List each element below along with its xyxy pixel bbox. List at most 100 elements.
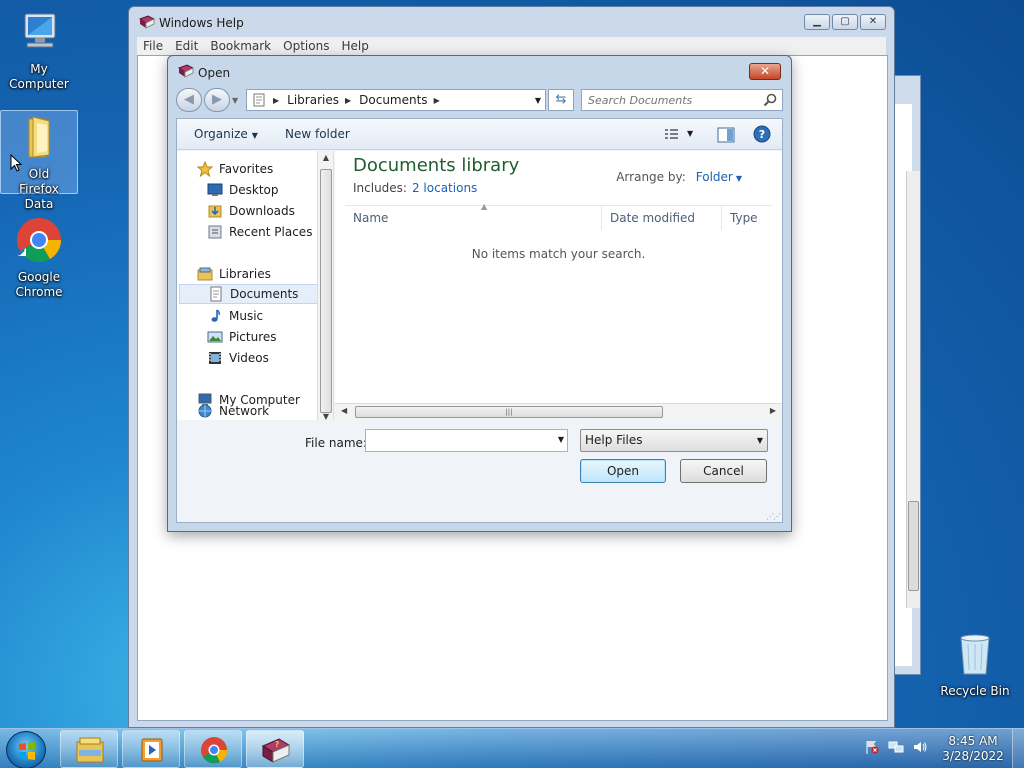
cancel-button[interactable]: Cancel — [680, 459, 767, 483]
nav-music[interactable]: Music — [207, 306, 263, 326]
preview-pane-icon[interactable] — [717, 127, 735, 143]
column-name[interactable]: Name — [345, 206, 602, 230]
help-titlebar[interactable]: Windows Help ▁ ▢ ✕ — [129, 7, 894, 37]
scroll-up-arrow[interactable]: ▲ — [318, 153, 333, 162]
scrollbar-thumb[interactable]: ||| — [355, 406, 663, 418]
breadcrumb-arrow-icon[interactable]: ▶ — [273, 96, 279, 105]
close-button[interactable]: ✕ — [860, 14, 886, 30]
open-button[interactable]: Open — [580, 459, 666, 483]
arrange-by-dropdown[interactable]: Folder — [696, 170, 733, 184]
dialog-titlebar[interactable]: Open ✕ — [168, 56, 791, 86]
menu-help[interactable]: Help — [335, 39, 374, 53]
dialog-close-button[interactable]: ✕ — [749, 63, 781, 80]
nav-videos[interactable]: Videos — [207, 348, 269, 368]
help-menubar: File Edit Bookmark Options Help — [137, 37, 886, 55]
nav-recent-places[interactable]: Recent Places — [207, 222, 312, 242]
taskbar-chrome-button[interactable] — [184, 730, 242, 768]
back-button[interactable]: ◀ — [176, 88, 202, 112]
taskbar-explorer-button[interactable] — [60, 730, 118, 768]
column-date-modified[interactable]: Date modified — [602, 206, 722, 230]
downloads-icon — [208, 205, 222, 218]
navigation-scrollbar[interactable]: ▲ ▼ — [317, 151, 333, 420]
open-dialog[interactable]: Open ✕ ◀ ▶ ▼ ▶ Libraries ▶ Documents ▶ ▼… — [167, 55, 792, 532]
explorer-folder-icon — [76, 737, 104, 763]
change-view-icon[interactable] — [664, 128, 680, 142]
menu-edit[interactable]: Edit — [169, 39, 204, 53]
chevron-down-icon[interactable]: ▼ — [736, 174, 742, 183]
background-window[interactable] — [893, 75, 921, 675]
file-name-label: File name: — [305, 436, 367, 450]
nav-pictures[interactable]: Pictures — [207, 327, 277, 347]
scrollbar-thumb[interactable] — [320, 169, 332, 413]
file-name-combobox[interactable]: ▼ — [365, 429, 568, 452]
forward-button[interactable]: ▶ — [204, 88, 230, 112]
nav-downloads[interactable]: Downloads — [207, 201, 295, 221]
desktop-icon-google-chrome[interactable]: Google Chrome — [0, 216, 78, 300]
search-input[interactable] — [588, 91, 758, 109]
volume-icon[interactable] — [912, 739, 928, 755]
background-window-scrollbar[interactable] — [906, 171, 920, 608]
start-button[interactable] — [6, 731, 46, 768]
help-icon[interactable]: ? — [753, 125, 771, 143]
scroll-down-arrow[interactable]: ▼ — [318, 412, 333, 420]
organize-button[interactable]: Organize ▼ — [194, 127, 258, 141]
refresh-button[interactable]: ⇆ — [548, 89, 574, 111]
minimize-button[interactable]: ▁ — [804, 14, 830, 30]
breadcrumb-arrow-icon[interactable]: ▶ — [345, 96, 351, 105]
library-locations-link[interactable]: 2 locations — [412, 181, 477, 195]
view-options-dropdown[interactable]: ▼ — [687, 129, 693, 138]
mouse-cursor-icon — [10, 154, 23, 172]
desktop-icon-recycle-bin[interactable]: Recycle Bin — [936, 630, 1014, 699]
taskbar-clock[interactable]: 8:45 AM 3/28/2022 — [938, 734, 1008, 764]
menu-file[interactable]: File — [137, 39, 169, 53]
library-icon — [253, 93, 265, 107]
chrome-icon — [201, 737, 228, 764]
libraries-icon — [197, 267, 213, 281]
breadcrumb-libraries[interactable]: Libraries — [287, 93, 339, 107]
nav-desktop[interactable]: Desktop — [207, 180, 279, 200]
new-folder-button[interactable]: New folder — [285, 127, 350, 141]
desktop-icon-old-firefox-data[interactable]: Old Firefox Data — [0, 110, 78, 211]
search-box[interactable] — [581, 89, 783, 111]
desktop-icon-my-computer[interactable]: My Computer — [0, 8, 78, 92]
help-book-icon — [139, 15, 155, 29]
navigation-pane: Favorites Desktop Downloads Recent Place… — [177, 151, 334, 420]
show-desktop-button[interactable] — [1012, 729, 1024, 768]
chevron-down-icon[interactable]: ▼ — [757, 430, 763, 451]
nav-libraries[interactable]: Libraries — [197, 264, 271, 284]
breadcrumb-documents[interactable]: Documents — [359, 93, 427, 107]
scrollbar-thumb[interactable] — [908, 501, 919, 591]
scroll-right-arrow[interactable]: ▶ — [770, 406, 776, 415]
action-center-flag-icon[interactable] — [864, 739, 880, 755]
taskbar-windows-help-button[interactable]: ? — [246, 730, 304, 768]
address-row: ◀ ▶ ▼ ▶ Libraries ▶ Documents ▶ ▼ ⇆ — [176, 88, 783, 112]
nav-documents[interactable]: Documents — [179, 284, 319, 304]
file-list-pane[interactable]: Documents library Includes: 2 locations A… — [335, 151, 782, 420]
chevron-down-icon[interactable]: ▼ — [558, 435, 564, 444]
menu-bookmark[interactable]: Bookmark — [204, 39, 277, 53]
breadcrumb[interactable]: ▶ Libraries ▶ Documents ▶ ▼ — [246, 89, 546, 111]
recent-locations-dropdown[interactable]: ▼ — [232, 96, 238, 105]
arrange-by: Arrange by: Folder ▼ — [616, 170, 742, 184]
breadcrumb-dropdown-icon[interactable]: ▼ — [531, 96, 545, 105]
computer-icon — [24, 13, 56, 48]
command-toolbar: Organize ▼ New folder ▼ ? — [177, 119, 782, 150]
column-type[interactable]: Type — [722, 206, 782, 230]
dialog-footer: File name: ▼ Help Files ▼ Open Cancel ⋰⋰ — [177, 420, 782, 522]
recent-places-icon — [208, 225, 222, 239]
help-book-icon: ? — [261, 738, 291, 763]
menu-options[interactable]: Options — [277, 39, 335, 53]
file-type-select[interactable]: Help Files ▼ — [580, 429, 768, 452]
maximize-button[interactable]: ▢ — [832, 14, 858, 30]
breadcrumb-arrow-icon[interactable]: ▶ — [434, 96, 440, 105]
network-status-icon[interactable] — [888, 739, 904, 755]
svg-text:?: ? — [759, 128, 765, 141]
scroll-left-arrow[interactable]: ◀ — [341, 406, 347, 415]
nav-network[interactable]: Network — [197, 401, 269, 421]
horizontal-scrollbar[interactable]: ◀ ||| ▶ — [335, 403, 782, 420]
file-name-input[interactable] — [370, 431, 550, 450]
taskbar-media-player-button[interactable] — [122, 730, 180, 768]
nav-favorites[interactable]: Favorites — [197, 159, 273, 179]
resize-grip-icon[interactable]: ⋰⋰ — [766, 512, 781, 521]
pictures-icon — [207, 331, 223, 343]
